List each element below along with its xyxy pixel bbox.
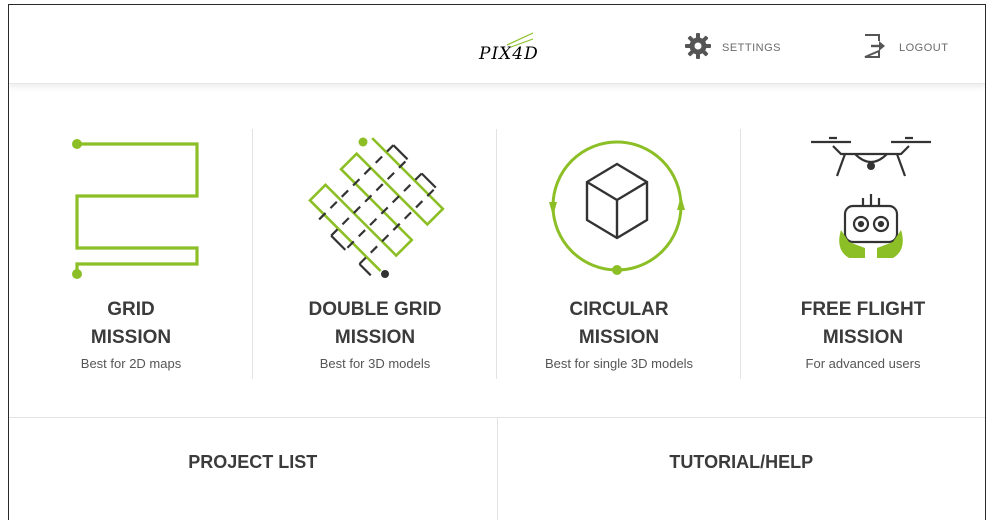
bottom-actions: PROJECT LIST TUTORIAL/HELP <box>9 418 985 520</box>
grid-path-icon <box>9 124 253 284</box>
mission-subtitle: For advanced users <box>805 356 921 371</box>
mission-title-line2: MISSION <box>90 327 172 348</box>
mission-title-line2: MISSION <box>822 327 904 348</box>
mission-grid: GRID MISSION Best for 2D maps DOUBLE GRI… <box>9 84 985 417</box>
pix4d-logo-mark: PIX4D <box>478 32 538 64</box>
mission-title-line2: MISSION <box>334 327 416 348</box>
mission-title-line1: GRID <box>107 299 155 320</box>
free-flight-mission-card[interactable]: FREE FLIGHT MISSION For advanced users <box>741 84 985 417</box>
gear-icon <box>684 32 712 65</box>
top-bar: PIX4D SETTINGS LOGOUT <box>9 5 985 84</box>
mission-subtitle: Best for single 3D models <box>544 356 694 371</box>
tutorial-help-button[interactable]: TUTORIAL/HELP <box>498 418 986 520</box>
app-window: PIX4D SETTINGS LOGOUT GRID MISSION Best … <box>8 4 986 520</box>
settings-label: SETTINGS <box>722 42 782 54</box>
circular-path-icon <box>497 124 741 284</box>
mission-title: CIRCULAR MISSION <box>497 296 741 352</box>
double-grid-mission-card[interactable]: DOUBLE GRID MISSION Best for 3D models <box>253 84 497 417</box>
mission-title: FREE FLIGHT MISSION <box>741 296 985 352</box>
mission-title-line1: FREE FLIGHT <box>800 299 926 320</box>
logout-icon <box>861 32 889 65</box>
mission-subtitle: Best for 2D maps <box>80 356 182 371</box>
mission-subtitle: Best for 3D models <box>319 356 431 371</box>
pix4d-logo: PIX4D <box>477 31 538 65</box>
mission-title-line1: DOUBLE GRID <box>308 299 442 320</box>
grid-mission-card[interactable]: GRID MISSION Best for 2D maps <box>9 84 253 417</box>
logout-button[interactable]: LOGOUT <box>861 33 948 63</box>
settings-button[interactable]: SETTINGS <box>684 32 782 65</box>
drone-controller-icon <box>741 124 985 284</box>
mission-title-line1: CIRCULAR <box>569 299 669 320</box>
logout-label: LOGOUT <box>899 42 949 54</box>
double-grid-path-icon <box>253 124 497 284</box>
svg-text:PIX4D: PIX4D <box>478 44 537 64</box>
project-list-button[interactable]: PROJECT LIST <box>9 418 497 520</box>
mission-title: DOUBLE GRID MISSION <box>253 296 497 352</box>
circular-mission-card[interactable]: CIRCULAR MISSION Best for single 3D mode… <box>497 84 741 417</box>
mission-title: GRID MISSION <box>9 296 253 352</box>
mission-title-line2: MISSION <box>578 327 660 348</box>
